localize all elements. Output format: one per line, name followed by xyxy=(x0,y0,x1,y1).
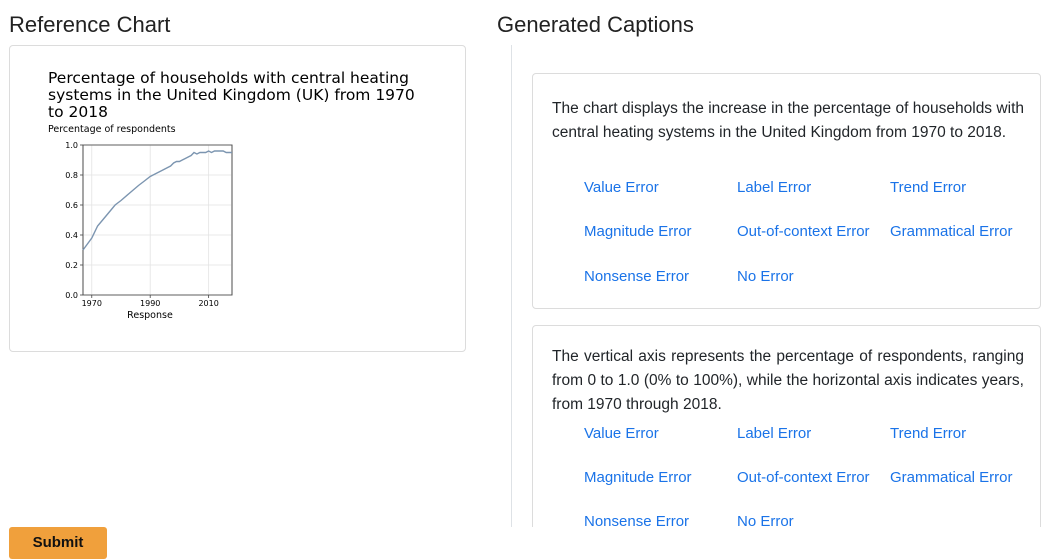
nonsense-error-link[interactable]: Nonsense Error xyxy=(584,513,689,527)
y-tick-label: 0.2 xyxy=(65,261,78,270)
caption-text-2: The vertical axis represents the percent… xyxy=(552,348,1024,413)
captions-panel[interactable]: The chart displays the increase in the p… xyxy=(511,45,1048,527)
y-axis-label: Percentage of respondents xyxy=(48,124,176,135)
magnitude-error-link[interactable]: Magnitude Error xyxy=(584,223,692,240)
grammatical-error-link[interactable]: Grammatical Error xyxy=(890,223,1013,240)
plot-frame-border xyxy=(82,144,233,296)
y-tick-label: 0.8 xyxy=(65,171,78,180)
reference-chart-card: Percentage of households with central he… xyxy=(9,45,466,352)
y-tick-label: 1.0 xyxy=(65,141,78,150)
submit-button[interactable]: Submit xyxy=(9,527,107,559)
no-error-link[interactable]: No Error xyxy=(737,268,794,285)
nonsense-error-link[interactable]: Nonsense Error xyxy=(584,268,689,285)
y-tick-label: 0.6 xyxy=(65,201,78,210)
trend-error-link[interactable]: Trend Error xyxy=(890,179,966,196)
y-tick-label: 0.4 xyxy=(65,231,78,240)
label-error-link[interactable]: Label Error xyxy=(737,179,811,196)
x-tick-label: 1970 xyxy=(82,299,102,308)
value-error-link[interactable]: Value Error xyxy=(584,425,659,442)
reference-chart-heading: Reference Chart xyxy=(9,12,171,37)
trend-error-link[interactable]: Trend Error xyxy=(890,425,966,442)
magnitude-error-link[interactable]: Magnitude Error xyxy=(584,469,692,486)
caption-text-1: The chart displays the increase in the p… xyxy=(552,100,1024,141)
chart-title-line-2: systems in the United Kingdom (UK) from … xyxy=(48,86,415,104)
x-axis-label: Response xyxy=(127,310,173,321)
x-tick-label: 1990 xyxy=(140,299,160,308)
plot-frame xyxy=(82,144,233,296)
generated-captions-heading: Generated Captions xyxy=(497,12,694,37)
y-tick-label: 0.0 xyxy=(65,291,78,300)
chart-title-line-3: to 2018 xyxy=(48,103,108,121)
chart-title-line-1: Percentage of households with central he… xyxy=(48,69,409,87)
out-of-context-error-link[interactable]: Out-of-context Error xyxy=(737,469,886,486)
x-tick-label: 2010 xyxy=(198,299,218,308)
grammatical-error-link[interactable]: Grammatical Error xyxy=(890,469,1013,486)
value-error-link[interactable]: Value Error xyxy=(584,179,659,196)
caption-card-2: The vertical axis represents the percent… xyxy=(532,325,1041,527)
label-error-link[interactable]: Label Error xyxy=(737,425,811,442)
no-error-link[interactable]: No Error xyxy=(737,513,794,527)
reference-chart: Percentage of households with central he… xyxy=(48,69,415,321)
caption-card-1: The chart displays the increase in the p… xyxy=(532,73,1041,309)
out-of-context-error-link[interactable]: Out-of-context Error xyxy=(737,223,886,240)
